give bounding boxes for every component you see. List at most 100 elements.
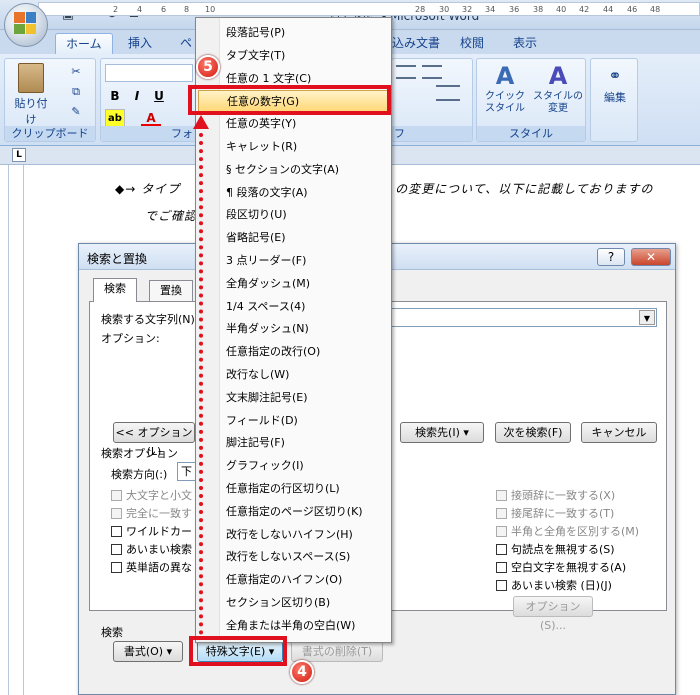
menu-item[interactable]: 文末脚注記号(E) [198, 387, 389, 409]
paste-button[interactable]: 貼り付け [11, 63, 51, 126]
arrow-head-icon [193, 115, 209, 129]
paragraph-group: フ [391, 58, 473, 142]
ruler-number: 8 [184, 5, 190, 14]
close-button[interactable]: ✕ [631, 248, 671, 266]
find-what-dropdown-icon[interactable]: ▼ [639, 310, 655, 325]
remove-format-button[interactable]: 書式の削除(T) [291, 641, 383, 662]
menu-item[interactable]: タブ文字(T) [198, 45, 389, 67]
checkbox-box[interactable] [496, 525, 507, 537]
change-style-button[interactable]: A スタイルの 変更 [531, 61, 585, 125]
copy-icon[interactable]: ⧉ [67, 85, 85, 101]
menu-item[interactable]: 改行をしないハイフン(H) [198, 524, 389, 546]
checkbox-box[interactable] [111, 543, 122, 555]
checkbox-label: あいまい検索 (日)(J) [511, 579, 612, 592]
tab-search[interactable]: 検索 [93, 278, 137, 302]
cancel-button[interactable]: キャンセル [581, 422, 657, 443]
find-in-button[interactable]: 検索先(I) ▾ [400, 422, 484, 443]
ruler-number: 40 [556, 5, 567, 14]
paragraph-group-label: フ [392, 126, 472, 141]
change-style-icon: A [548, 62, 568, 90]
edit-button[interactable]: ⚭ 編集 [593, 63, 637, 123]
menu-item[interactable]: 改行なし(W) [198, 364, 389, 386]
checkbox-box[interactable] [111, 507, 122, 519]
step-4-badge: 4 [290, 660, 314, 684]
highlight-frame-step5 [188, 85, 391, 115]
menu-item[interactable]: 段区切り(U) [198, 204, 389, 226]
direction-select[interactable]: 下 [177, 462, 197, 481]
menu-item[interactable]: 改行をしないスペース(S) [198, 546, 389, 568]
tab-home[interactable]: ホーム [55, 33, 113, 54]
ruler-number: 46 [627, 5, 638, 14]
menu-item[interactable]: 全角または半角の空白(W) [198, 615, 389, 637]
menu-item[interactable]: 省略記号(E) [198, 227, 389, 249]
fuzzy-japanese-checkbox[interactable]: あいまい検索 (日)(J) [496, 577, 612, 593]
ignore-whitespace-checkbox[interactable]: 空白文字を無視する(A) [496, 559, 626, 575]
indent-icon[interactable] [422, 65, 442, 79]
match-prefix-checkbox[interactable]: 接頭辞に一致する(X) [496, 487, 615, 503]
wildcards-checkbox[interactable]: ワイルドカード [111, 523, 203, 539]
menu-item[interactable]: キャレット(R) [198, 136, 389, 158]
menu-item[interactable]: セクション区切り(B) [198, 592, 389, 614]
tab-insert[interactable]: 挿入 [118, 33, 162, 54]
ruler-number: 2 [113, 5, 119, 14]
match-case-checkbox[interactable]: 大文字と小文 [111, 487, 192, 503]
menu-item[interactable]: 脚注記号(F) [198, 432, 389, 454]
menu-item[interactable]: 全角ダッシュ(M) [198, 273, 389, 295]
tab-review[interactable]: 校閲 [450, 33, 494, 54]
find-next-button[interactable]: 次を検索(F) [495, 422, 571, 443]
menu-item[interactable]: 1/4 スペース(4) [198, 296, 389, 318]
underline-button[interactable]: U [149, 87, 169, 105]
bold-button[interactable]: B [105, 87, 125, 105]
checkbox-box[interactable] [496, 507, 507, 519]
menu-item[interactable]: § セクションの文字(A) [198, 159, 389, 181]
checkbox-box[interactable] [496, 543, 507, 555]
checkbox-box[interactable] [496, 561, 507, 573]
menu-item[interactable]: 任意指定の行区切り(L) [198, 478, 389, 500]
menu-item[interactable]: 任意の英字(Y) [198, 113, 389, 135]
match-width-checkbox[interactable]: 半角と全角を区別する(M) [496, 523, 639, 539]
font-color-icon[interactable]: A [141, 109, 161, 127]
match-suffix-checkbox[interactable]: 接尾辞に一致する(T) [496, 505, 614, 521]
menu-item[interactable]: ¶ 段落の文字(A) [198, 182, 389, 204]
list-icon[interactable] [396, 65, 416, 79]
less-options-button[interactable]: << オプション(L) [113, 422, 195, 458]
ruler-number: 42 [579, 5, 590, 14]
menu-item[interactable]: 任意指定のページ区切り(K) [198, 501, 389, 523]
highlight-icon[interactable]: ab [105, 109, 125, 127]
tab-replace[interactable]: 置換 [149, 280, 193, 302]
paste-label: 貼り付け [14, 97, 48, 126]
quick-style-button[interactable]: A クイック スタイル [479, 61, 531, 125]
menu-item[interactable]: グラフィック(I) [198, 455, 389, 477]
line-spacing-icon[interactable] [436, 85, 460, 101]
cut-icon[interactable]: ✂ [67, 65, 85, 81]
ruler-number: 36 [509, 5, 520, 14]
tab-view[interactable]: 表示 [503, 33, 547, 54]
checkbox-box[interactable] [496, 489, 507, 501]
tab-selector[interactable]: L [12, 148, 26, 162]
fuzzy-search-checkbox[interactable]: あいまい検索 [111, 541, 192, 557]
checkbox-label: 完全に一致す [126, 507, 192, 520]
help-button[interactable]: ? [597, 248, 625, 266]
menu-item[interactable]: 任意指定のハイフン(O) [198, 569, 389, 591]
menu-item[interactable]: フィールド(D) [198, 410, 389, 432]
ruler-number: 30 [439, 5, 450, 14]
checkbox-box[interactable] [111, 489, 122, 501]
format-painter-icon[interactable]: ✎ [67, 105, 85, 121]
highlight-frame-step4 [189, 636, 287, 666]
ignore-punctuation-checkbox[interactable]: 句読点を無視する(S) [496, 541, 615, 557]
word-forms-checkbox[interactable]: 英単語の異な [111, 559, 192, 575]
font-name-box[interactable] [105, 64, 193, 82]
checkbox-box[interactable] [111, 561, 122, 573]
format-button[interactable]: 書式(O) ▾ [113, 641, 183, 662]
checkbox-box[interactable] [111, 525, 122, 537]
fuzzy-options-button[interactable]: オプション(S)... [513, 596, 593, 632]
menu-item[interactable]: 任意指定の改行(O) [198, 341, 389, 363]
whole-word-checkbox[interactable]: 完全に一致す [111, 505, 192, 521]
menu-item[interactable]: 段落記号(P) [198, 22, 389, 44]
menu-item[interactable]: 3 点リーダー(F) [198, 250, 389, 272]
menu-item[interactable]: 半角ダッシュ(N) [198, 318, 389, 340]
tab-mailings[interactable]: 込み文書 [382, 33, 450, 54]
checkbox-label: あいまい検索 [126, 543, 192, 556]
checkbox-box[interactable] [496, 579, 507, 591]
italic-button[interactable]: I [127, 87, 147, 105]
